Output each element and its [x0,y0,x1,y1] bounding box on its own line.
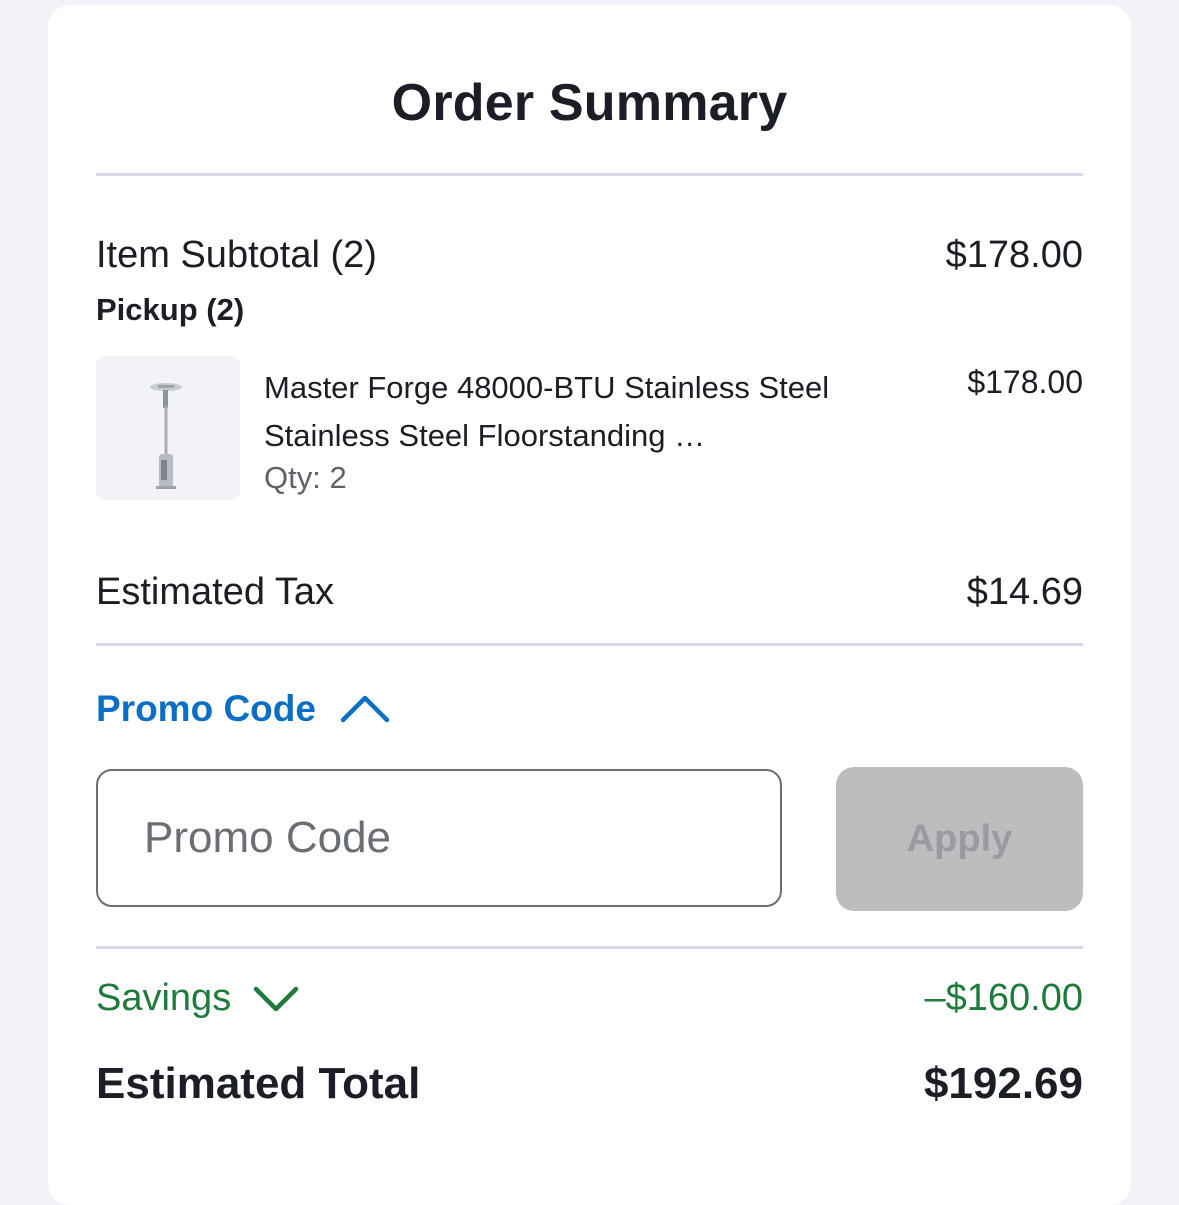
total-row: Estimated Total $192.69 [96,1059,1083,1109]
tax-row: Estimated Tax $14.69 [96,571,1083,614]
savings-toggle[interactable]: Savings [96,977,299,1020]
product-name[interactable]: Master Forge 48000-BTU Stainless Steel S… [264,364,854,460]
savings-value: –$160.00 [924,977,1084,1019]
chevron-up-icon [340,695,390,723]
savings-label: Savings [96,977,232,1019]
apply-button[interactable]: Apply [836,767,1083,911]
promo-code-toggle[interactable]: Promo Code [96,688,390,730]
product-quantity: Qty: 2 [264,460,347,495]
subtotal-row: Item Subtotal (2) $178.00 [96,234,1083,277]
total-label: Estimated Total [96,1059,421,1108]
product-item: Master Forge 48000-BTU Stainless Steel S… [96,356,1083,502]
subtotal-label: Item Subtotal (2) [96,234,377,276]
tax-value: $14.69 [966,571,1083,613]
order-summary-card: Order Summary Item Subtotal (2) $178.00 … [48,5,1131,1205]
savings-row: Savings –$160.00 [96,977,1083,1020]
promo-code-toggle-label: Promo Code [96,688,316,729]
page-title: Order Summary [391,74,788,132]
tax-label: Estimated Tax [96,571,334,613]
patio-heater-image [150,383,182,489]
divider [96,946,1083,949]
pickup-label: Pickup (2) [96,292,245,327]
divider [96,173,1083,176]
product-price: $178.00 [967,364,1083,400]
chevron-down-icon [253,986,299,1011]
promo-code-input[interactable] [96,769,782,907]
divider [96,643,1083,646]
total-value: $192.69 [923,1059,1083,1108]
product-thumbnail[interactable] [96,356,240,500]
subtotal-value: $178.00 [945,234,1083,276]
